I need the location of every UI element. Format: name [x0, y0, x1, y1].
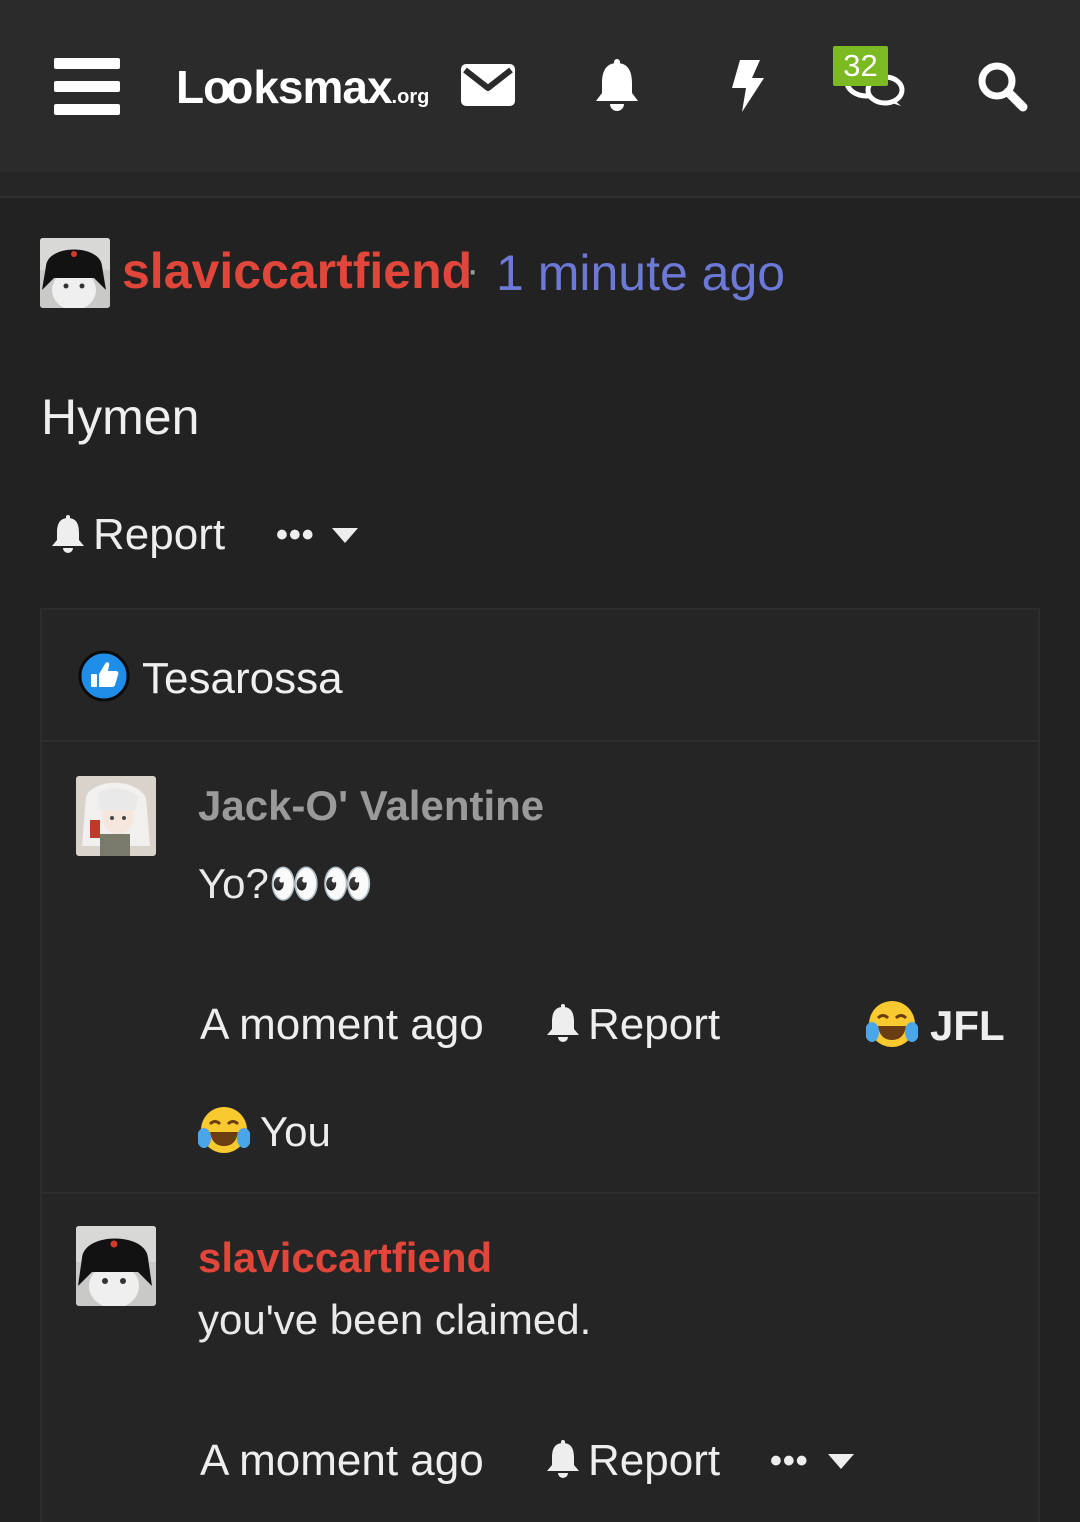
chevron-down-icon[interactable] [828, 1454, 854, 1470]
comments-section: Tesarossa Jack-O' Valentine Yo?👀👀 A mome… [40, 608, 1040, 1522]
header-divider [0, 172, 1080, 198]
comment-author-username[interactable]: slaviccartfiend [198, 1234, 492, 1282]
eyes-emoji: 👀👀 [268, 860, 374, 907]
post-author-avatar[interactable] [40, 238, 110, 308]
bell-icon[interactable] [593, 59, 641, 113]
comment-author-avatar[interactable] [76, 776, 156, 856]
bolt-icon[interactable] [728, 60, 766, 112]
conversations-badge: 32 [833, 46, 888, 86]
chevron-down-icon[interactable] [332, 528, 358, 544]
thumbs-up-icon [78, 650, 130, 702]
report-link[interactable]: Report [93, 510, 225, 560]
post-timestamp[interactable]: 1 minute ago [496, 244, 785, 302]
reaction-users[interactable]: Tesarossa [142, 654, 343, 704]
comment-text: Yo?👀👀 [198, 860, 374, 907]
more-options-button[interactable]: ••• [276, 516, 315, 555]
bell-icon[interactable] [545, 1004, 581, 1044]
comment-timestamp[interactable]: A moment ago [200, 1436, 484, 1486]
crying-laughing-icon [198, 1107, 250, 1153]
top-bar: Loo ksmax.org 32 [0, 0, 1080, 172]
search-icon[interactable] [976, 60, 1028, 112]
comment-timestamp[interactable]: A moment ago [200, 1000, 484, 1050]
bell-icon[interactable] [50, 515, 86, 555]
envelope-icon[interactable] [461, 64, 515, 106]
comment-author-avatar[interactable] [76, 1226, 156, 1306]
crying-laughing-icon[interactable] [866, 998, 918, 1050]
post-author-username[interactable]: slaviccartfiend [122, 242, 472, 300]
reaction-users[interactable]: You [260, 1108, 331, 1156]
report-link[interactable]: Report [588, 1000, 720, 1050]
menu-icon[interactable] [54, 58, 120, 116]
report-link[interactable]: Report [588, 1436, 720, 1486]
more-options-button[interactable]: ••• [770, 1442, 809, 1481]
reaction-label[interactable]: JFL [930, 1002, 1005, 1050]
reactions-summary[interactable]: Tesarossa [42, 610, 1038, 742]
comment-divider [42, 1192, 1038, 1194]
meta-separator: · [466, 248, 480, 292]
site-logo[interactable]: Loo ksmax.org [176, 60, 429, 116]
post-body-text: Hymen [41, 389, 200, 445]
comment-text: you've been claimed. [198, 1296, 592, 1343]
comment-author-username[interactable]: Jack-O' Valentine [198, 782, 544, 830]
bell-icon[interactable] [545, 1440, 581, 1480]
